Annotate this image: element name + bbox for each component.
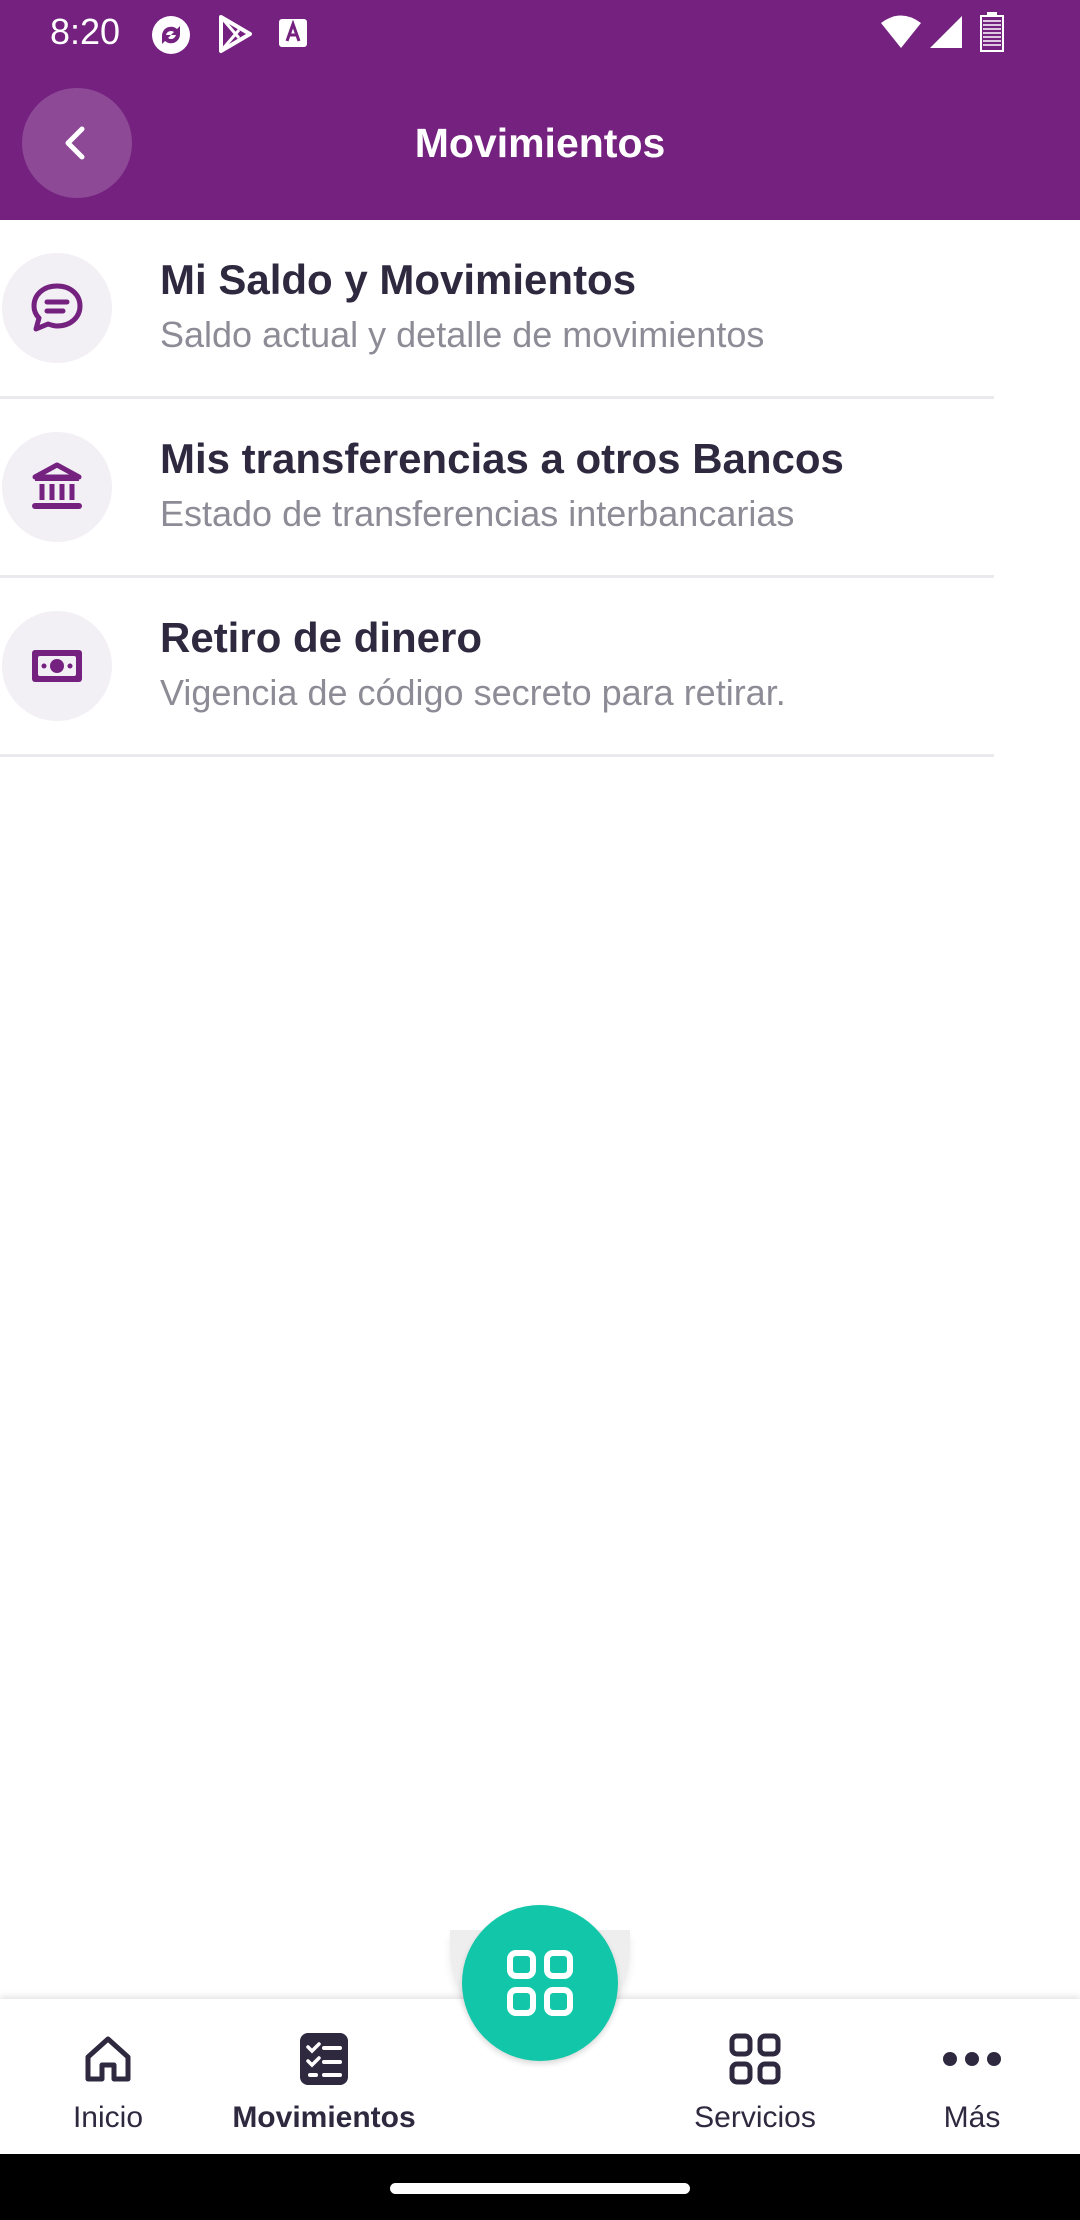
status-time: 8:20: [50, 11, 121, 52]
bank-icon: [2, 432, 112, 542]
list-item-title: Retiro de dinero: [160, 614, 483, 661]
home-gesture-handle[interactable]: [390, 2183, 690, 2194]
list-item-saldo-movimientos[interactable]: Mi Saldo y Movimientos Saldo actual y de…: [0, 220, 994, 399]
wifi-icon: [880, 14, 922, 55]
screen: 8:20 Movimientos Mi Saldo y Movimientos …: [0, 0, 1080, 2220]
cash-icon: [2, 611, 112, 721]
chevron-left-icon: [65, 126, 85, 160]
nav-label: Más: [943, 2101, 1001, 2134]
list-item-title: Mi Saldo y Movimientos: [160, 256, 637, 303]
list-item-subtitle: Estado de transferencias interbancarias: [160, 493, 795, 534]
battery-icon: [980, 12, 1004, 57]
list-item-title: Mis transferencias a otros Bancos: [160, 435, 844, 482]
back-button[interactable]: [22, 88, 132, 198]
list-item-transferencias[interactable]: Mis transferencias a otros Bancos Estado…: [0, 399, 994, 578]
list-item-subtitle: Vigencia de código secreto para retirar.: [160, 672, 786, 713]
chat-bubble-icon: [2, 253, 112, 363]
page-title: Movimientos: [414, 119, 666, 166]
font-app-icon: [278, 18, 308, 53]
nav-label: Servicios: [694, 2101, 816, 2134]
nav-item-movimientos[interactable]: Movimientos: [224, 1999, 424, 2154]
nav-item-inicio[interactable]: Inicio: [8, 1999, 208, 2154]
nav-item-servicios[interactable]: Servicios: [655, 1999, 855, 2154]
nav-label: Movimientos: [232, 2101, 416, 2134]
checklist-icon: [298, 2031, 350, 2087]
sync-app-icon: [150, 14, 192, 61]
nav-item-mas[interactable]: Más: [872, 1999, 1072, 2154]
grid-icon: [729, 2031, 781, 2087]
signal-icon: [928, 14, 964, 55]
nav-label: Inicio: [72, 2101, 144, 2134]
grid-icon: [507, 1950, 573, 2016]
home-icon: [80, 2031, 136, 2087]
list-item-retiro-dinero[interactable]: Retiro de dinero Vigencia de código secr…: [0, 578, 994, 757]
status-bar: 8:20: [0, 0, 1080, 66]
list-item-subtitle: Saldo actual y detalle de movimientos: [160, 314, 765, 355]
play-store-icon: [215, 14, 255, 59]
fab-button[interactable]: [462, 1905, 618, 2061]
more-dots-icon: [942, 2031, 1002, 2087]
movements-list: Mi Saldo y Movimientos Saldo actual y de…: [0, 220, 994, 757]
app-bar: Movimientos: [0, 66, 1080, 220]
